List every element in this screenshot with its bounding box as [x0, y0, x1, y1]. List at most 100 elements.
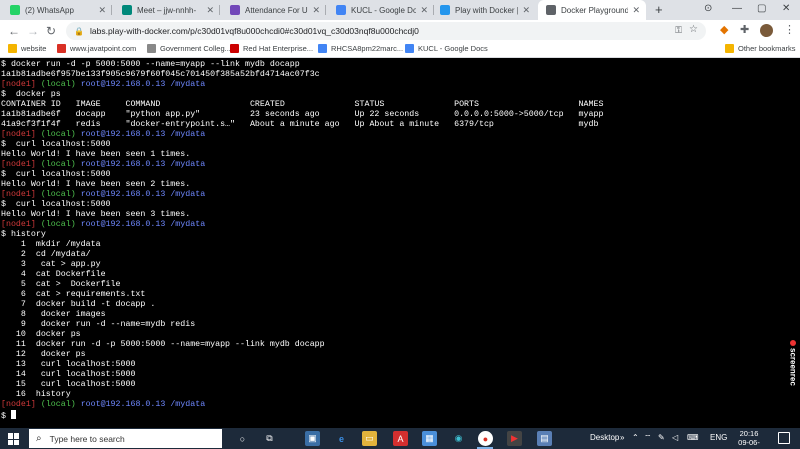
- task-view-icon[interactable]: ⧉: [262, 431, 277, 446]
- prompt-local: (local): [40, 220, 76, 229]
- volume-icon[interactable]: ◁: [672, 433, 678, 442]
- tray-overflow-icon[interactable]: »: [620, 433, 624, 442]
- tab-favicon-icon: [546, 5, 556, 15]
- browser-tab-strip: (2) WhatsApp ✕ Meet – jjw-nnhh- ✕ Attendance…: [0, 0, 800, 20]
- prompt-path: /mydata: [170, 400, 206, 409]
- desktop-label[interactable]: Desktop: [590, 433, 619, 442]
- bookmark-item[interactable]: www.javatpoint.com: [57, 44, 136, 53]
- terminal-prompt-line: [node1] (local) root@192.168.0.13 /mydat…: [1, 220, 205, 230]
- forward-icon[interactable]: →: [27, 24, 39, 38]
- tab-close-icon[interactable]: ✕: [420, 5, 428, 16]
- file-explorer-icon[interactable]: ▭: [362, 431, 377, 446]
- terminal-output-line: 15 curl localhost:5000: [1, 380, 136, 389]
- notification-center-icon[interactable]: [778, 432, 790, 444]
- language-indicator[interactable]: ENG: [710, 433, 727, 442]
- minimize-icon[interactable]: —: [732, 3, 742, 14]
- key-icon[interactable]: ⚿: [675, 25, 682, 36]
- tab-title: Docker Playground: [561, 5, 629, 15]
- address-row: ← → ↻ 🔒 labs.play-with-docker.com/p/c30d…: [0, 20, 800, 42]
- reload-icon[interactable]: ↻: [46, 24, 56, 38]
- browser-tab[interactable]: Meet – jjw-nnhh- ✕: [114, 0, 220, 20]
- prompt-node: [node1]: [1, 80, 36, 89]
- cortana-icon[interactable]: ○: [235, 431, 250, 446]
- prompt-host: root@192.168.0.13: [80, 190, 166, 199]
- tab-close-icon[interactable]: ✕: [632, 5, 640, 16]
- edge-icon[interactable]: e: [334, 431, 349, 446]
- tray-chevron-icon[interactable]: ⌃: [632, 433, 639, 442]
- prompt-node: [node1]: [1, 160, 36, 169]
- prompt-host: root@192.168.0.13: [80, 400, 166, 409]
- profile-avatar[interactable]: [760, 24, 773, 37]
- tab-title: KUCL - Google Docs: [351, 5, 417, 15]
- chrome-icon[interactable]: ●: [478, 431, 493, 446]
- bookmark-item[interactable]: website: [8, 44, 46, 53]
- tab-close-icon[interactable]: ✕: [522, 5, 530, 16]
- browser-tab[interactable]: Attendance For Unna ✕: [222, 0, 326, 20]
- tab-close-icon[interactable]: ✕: [312, 5, 320, 16]
- terminal-output-line: Hello World! I have been seen 1 times.: [1, 150, 191, 159]
- prompt-host: root@192.168.0.13: [80, 130, 166, 139]
- terminal-output-line: $ curl localhost:5000: [1, 200, 111, 209]
- watermark-text: screenrec: [788, 348, 798, 386]
- bookmark-item[interactable]: RHCSA8pm22marc...: [318, 44, 403, 53]
- keyboard-icon[interactable]: ⌨: [687, 433, 699, 442]
- bookmark-label: KUCL - Google Docs: [418, 44, 488, 53]
- bookmark-item[interactable]: Government Colleg...: [147, 44, 231, 53]
- taskbar-clock[interactable]: 20:16 09-06-2021: [730, 429, 768, 449]
- terminal-output-line: 7 docker build -t docapp .: [1, 300, 156, 309]
- terminal-output-line: 14 curl localhost:5000: [1, 370, 136, 379]
- bookmark-label: www.javatpoint.com: [70, 44, 137, 53]
- terminal-cursor[interactable]: [10, 410, 16, 419]
- new-tab-button[interactable]: +: [655, 2, 663, 17]
- prompt-host: root@192.168.0.13: [80, 220, 166, 229]
- terminal-output-line: 4 cat Dockerfile: [1, 270, 106, 279]
- close-window-icon[interactable]: ✕: [782, 3, 790, 14]
- edge-chromium-icon[interactable]: ◉: [451, 431, 466, 446]
- menu-kebab-icon[interactable]: ⋮: [784, 23, 795, 36]
- terminal-output-line: 12 docker ps: [1, 350, 86, 359]
- terminal-output-line: 1a1b81adbe6f957be133f905c9679f60f045c701…: [1, 70, 320, 79]
- pdf-reader-icon[interactable]: A: [393, 431, 408, 446]
- browser-tab[interactable]: (2) WhatsApp ✕: [2, 0, 112, 20]
- terminal-output-line: CONTAINER ID IMAGE COMMAND CREATED STATU…: [1, 100, 604, 109]
- extension-icon[interactable]: ◆: [720, 23, 728, 36]
- terminal-output-line: Hello World! I have been seen 3 times.: [1, 210, 191, 219]
- windows-start-icon[interactable]: [8, 433, 20, 445]
- other-bookmarks[interactable]: Other bookmarks: [725, 44, 796, 53]
- store-icon[interactable]: ▦: [422, 431, 437, 446]
- browser-tab[interactable]: KUCL - Google Docs✕: [328, 0, 434, 20]
- terminal-output-line: 13 curl localhost:5000: [1, 360, 136, 369]
- tab-search-icon[interactable]: ⊙: [704, 3, 712, 14]
- terminal-output-line: $ docker run -d -p 5000:5000 --name=myap…: [1, 60, 300, 69]
- network-icon[interactable]: ⌔: [644, 433, 652, 443]
- prompt-node: [node1]: [1, 220, 36, 229]
- terminal-input-line: $: [1, 410, 16, 421]
- screenrec-icon[interactable]: ▶: [507, 431, 522, 446]
- bookmark-item[interactable]: KUCL - Google Docs: [405, 44, 488, 53]
- bookmark-favicon-icon: [147, 44, 156, 53]
- browser-tab[interactable]: Play with Docker | Do✕: [432, 0, 536, 20]
- tab-close-icon[interactable]: ✕: [98, 5, 106, 16]
- app-icon[interactable]: ▤: [537, 431, 552, 446]
- computer-icon[interactable]: ▣: [305, 431, 320, 446]
- tab-title: Attendance For Unna: [245, 5, 308, 15]
- taskbar-search[interactable]: ⌕ Type here to search: [29, 429, 222, 448]
- bookmark-favicon-icon: [230, 44, 239, 53]
- tab-close-icon[interactable]: ✕: [206, 5, 214, 16]
- tab-favicon-icon: [10, 5, 20, 15]
- terminal-output-line: 6 cat > requirements.txt: [1, 290, 146, 299]
- browser-tab[interactable]: Docker Playground ✕: [538, 0, 646, 20]
- bookmark-label: RHCSA8pm22marc...: [331, 44, 404, 53]
- bookmark-item[interactable]: Red Hat Enterprise...: [230, 44, 313, 53]
- prompt-local: (local): [40, 80, 76, 89]
- pen-icon[interactable]: ✎: [658, 433, 665, 442]
- maximize-icon[interactable]: ▢: [757, 3, 766, 14]
- bookmark-star-icon[interactable]: ☆: [689, 24, 698, 35]
- address-bar[interactable]: 🔒 labs.play-with-docker.com/p/c30d01vqf8…: [66, 22, 706, 40]
- taskbar: ⌕ Type here to search ○ ⧉ ▣ e ▭ A ▦ ◉ ● …: [0, 428, 800, 449]
- back-icon[interactable]: ←: [8, 24, 20, 38]
- clock-time: 20:16: [739, 429, 759, 438]
- extensions-puzzle-icon[interactable]: ✚: [740, 23, 749, 36]
- terminal[interactable]: $ docker run -d -p 5000:5000 --name=myap…: [0, 59, 800, 428]
- lock-icon[interactable]: 🔒: [74, 27, 84, 36]
